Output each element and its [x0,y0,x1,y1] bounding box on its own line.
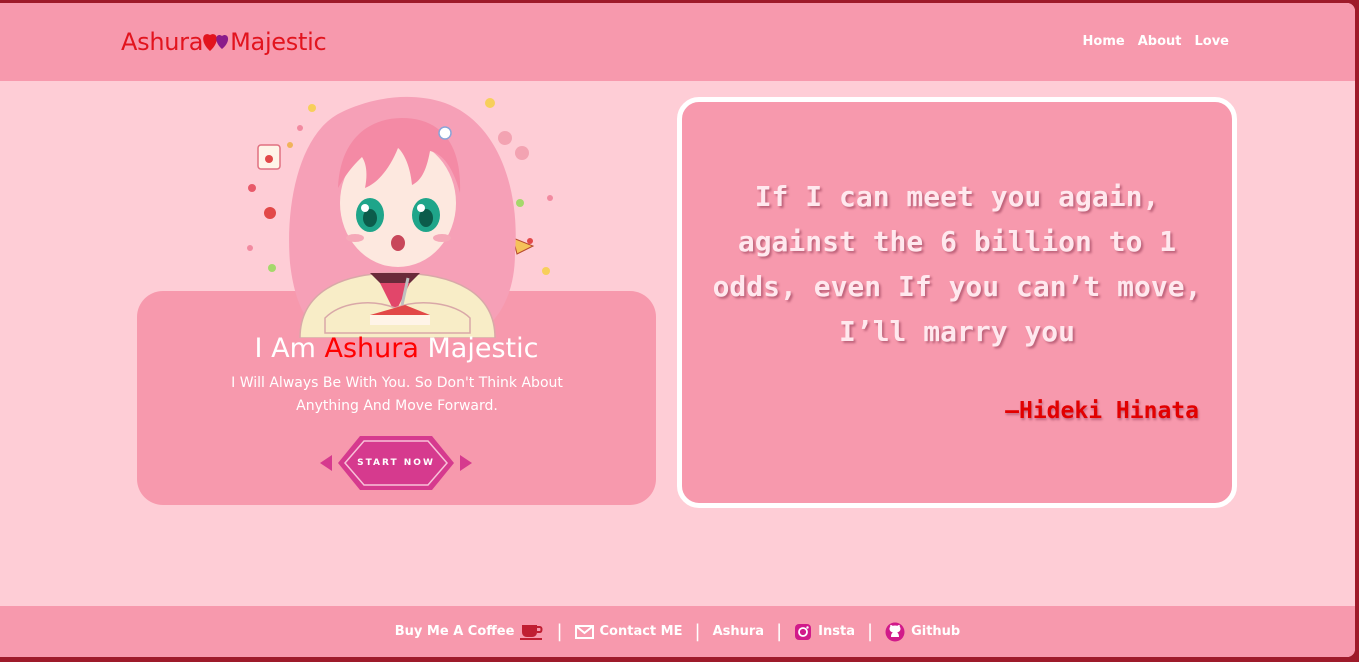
title-suffix: Majestic [427,333,539,364]
header: Ashura Majestic Home About Love [0,3,1355,81]
start-now-button[interactable]: START NOW [318,433,474,493]
quote-author: –Hideki Hinata [1005,398,1199,424]
nav-about[interactable]: About [1138,34,1182,49]
mail-icon [574,624,594,639]
coffee-icon [520,624,543,640]
page: Ashura Majestic Home About Love I Am Ash… [0,3,1355,657]
instagram-icon [795,623,812,640]
hero-title: I Am Ashura Majestic [137,333,656,364]
brand-first-word: Ashura [121,28,204,56]
github-icon [885,622,905,641]
footer: Buy Me A Coffee | Contact ME | Ashura | [0,606,1355,657]
footer-separator: | [694,621,701,642]
coffee-label: Buy Me A Coffee [394,624,515,639]
main-nav: Home About Love [1083,34,1229,49]
title-name: Ashura [324,333,419,364]
nav-love[interactable]: Love [1194,34,1229,49]
footer-separator: | [866,621,874,642]
anime-girl-illustration [247,96,553,338]
footer-separator: | [556,621,563,642]
quote-text: If I can meet you again, against the 6 b… [712,180,1202,348]
title-prefix: I Am [254,333,316,364]
start-now-label: START NOW [357,458,435,468]
hearts-icon [201,27,233,57]
github-label: Github [911,624,961,639]
footer-link-ashura[interactable]: Ashura [713,624,765,639]
footer-link-insta[interactable]: Insta [794,623,855,641]
footer-link-coffee[interactable]: Buy Me A Coffee [395,623,545,641]
brand-second-word: Majestic [230,28,327,56]
footer-separator: | [776,621,783,642]
contact-label: Contact ME [599,624,683,639]
insta-label: Insta [818,624,855,639]
ashura-label: Ashura [712,624,765,639]
footer-links: Buy Me A Coffee | Contact ME | Ashura | [0,606,1355,657]
footer-link-contact[interactable]: Contact ME [574,624,683,639]
hero-subtitle: I Will Always Be With You. So Don't Thin… [231,375,563,414]
brand-logo[interactable]: Ashura Majestic [121,25,327,59]
footer-link-github[interactable]: Github [885,622,960,642]
quote-box: If I can meet you again, against the 6 b… [677,97,1237,508]
nav-home[interactable]: Home [1083,34,1125,49]
